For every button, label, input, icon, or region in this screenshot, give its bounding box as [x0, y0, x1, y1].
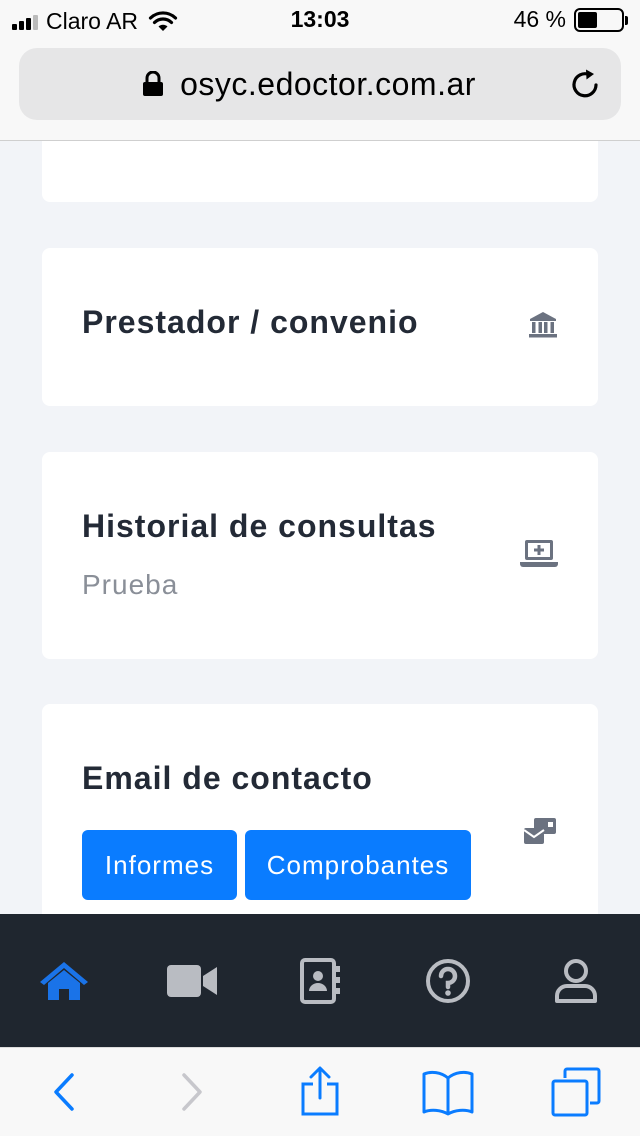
url-content[interactable]: osyc.edoctor.com.ar: [19, 48, 559, 120]
laptop-medical-icon: [520, 540, 558, 567]
card-email[interactable]: Email de contacto Informes Comprobantes: [42, 704, 598, 914]
battery-fill: [578, 11, 598, 28]
bookmarks-icon: [422, 1070, 474, 1116]
forward-button[interactable]: [152, 1057, 232, 1127]
contacts-icon: [300, 957, 340, 1004]
card-historial[interactable]: Historial de consultas Prueba: [42, 452, 598, 659]
card-title-historial: Historial de consultas: [82, 508, 437, 544]
informes-button[interactable]: Informes: [82, 830, 237, 900]
safari-toolbar: [0, 1047, 640, 1136]
card-partial: [42, 141, 598, 202]
back-icon: [54, 1073, 74, 1111]
card-title-prestador: Prestador / convenio: [82, 304, 419, 340]
share-icon: [301, 1066, 339, 1116]
mail-bulk-icon: [523, 818, 556, 844]
forward-icon: [182, 1073, 202, 1111]
card-prestador[interactable]: Prestador / convenio: [42, 248, 598, 406]
reload-icon[interactable]: [569, 68, 603, 102]
user-icon: [555, 958, 597, 1003]
status-right: 46 %: [513, 6, 628, 33]
battery-percent: 46 %: [513, 6, 566, 32]
tabs-button[interactable]: [536, 1057, 616, 1127]
url-text: osyc.edoctor.com.ar: [180, 65, 476, 102]
nav-help[interactable]: [384, 914, 512, 1047]
app-bottom-nav: [0, 914, 640, 1047]
video-icon: [167, 964, 217, 997]
page-content: Prestador / convenio Historial de consul…: [0, 141, 640, 914]
address-bar[interactable]: osyc.edoctor.com.ar: [19, 48, 621, 120]
tabs-icon: [551, 1067, 601, 1117]
home-icon: [40, 961, 88, 1000]
share-button[interactable]: [280, 1057, 360, 1127]
nav-contacts[interactable]: [256, 914, 384, 1047]
card-title-email: Email de contacto: [82, 760, 373, 796]
card-subtitle-historial: Prueba: [82, 569, 179, 600]
lock-icon: [143, 71, 164, 96]
nav-video[interactable]: [128, 914, 256, 1047]
back-button[interactable]: [24, 1057, 104, 1127]
help-icon: [426, 958, 470, 1003]
bank-icon: [529, 312, 557, 338]
comprobantes-button[interactable]: Comprobantes: [245, 830, 471, 900]
status-bar: Claro AR 13:03 46 %: [0, 0, 640, 40]
nav-home[interactable]: [0, 914, 128, 1047]
battery-icon: [574, 7, 628, 32]
bookmarks-button[interactable]: [408, 1057, 488, 1127]
browser-address-area: osyc.edoctor.com.ar: [0, 40, 640, 141]
nav-profile[interactable]: [512, 914, 640, 1047]
